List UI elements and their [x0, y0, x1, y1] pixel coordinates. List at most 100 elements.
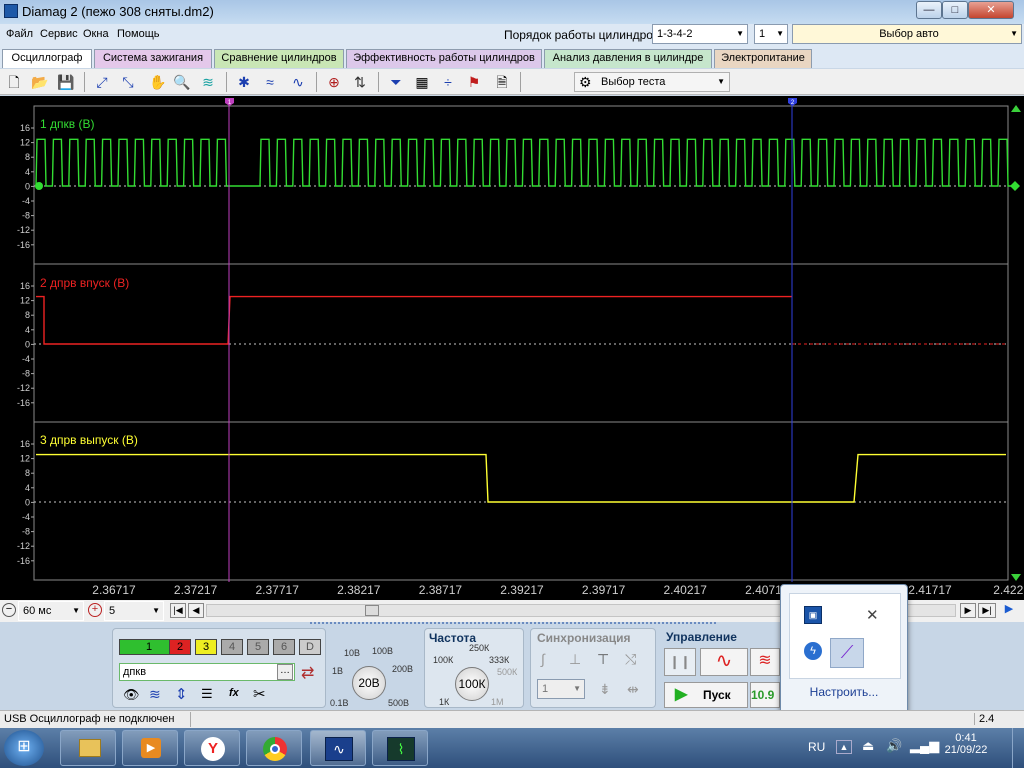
auto-sync-icon[interactable]: ⤭ [625, 651, 636, 668]
channel-button-6[interactable]: 6 [273, 639, 295, 655]
pause-button[interactable]: ❙❙ [664, 648, 696, 676]
edge-up-icon[interactable]: ⊥ [569, 651, 581, 668]
tools-icon[interactable]: ✂ [253, 685, 266, 703]
language-indicator[interactable]: RU [808, 740, 825, 754]
minimize-button[interactable]: — [916, 1, 942, 19]
function-icon[interactable]: fx [229, 687, 239, 699]
start-button[interactable]: ▶ Пуск [664, 682, 748, 708]
signal-icon[interactable]: ▂▄▆ [910, 738, 939, 754]
sync-channel-select[interactable]: 1 ▼ [537, 679, 585, 699]
menu-windows[interactable]: Окна [83, 28, 109, 40]
cylinder-count-select[interactable]: 1 ▼ [754, 24, 788, 44]
scroll-left-icon[interactable]: ◀ [188, 603, 204, 618]
filter-icon[interactable]: ≋ [198, 72, 218, 92]
rising-edge-icon[interactable]: ∫ [541, 651, 545, 667]
tab-oscilloscope[interactable]: Осциллограф [2, 49, 92, 68]
zoom-out-icon[interactable]: − [2, 603, 16, 617]
bluetooth-icon[interactable]: ϟ [804, 642, 822, 660]
auto-icon[interactable]: ⊕ [324, 72, 344, 92]
taskbar-explorer[interactable] [60, 730, 116, 766]
new-file-icon[interactable]: 🗋 [4, 72, 24, 92]
hand-icon[interactable]: ✋ [148, 72, 168, 92]
close-button[interactable]: ✕ [968, 1, 1014, 19]
channel-name-input[interactable]: дпкв [119, 663, 295, 681]
zoom-in-icon[interactable]: + [88, 603, 102, 617]
monitor-icon[interactable]: ▣ [804, 606, 822, 624]
document-icon[interactable]: 🗎 [492, 72, 512, 92]
volume-icon[interactable]: 🔊 [886, 738, 902, 754]
test-select[interactable]: ⚙ Выбор теста ▼ [574, 72, 730, 92]
tab-cylinder-compare[interactable]: Сравнение цилиндров [214, 49, 344, 68]
show-hidden-icons-icon[interactable]: ▲ [836, 740, 852, 754]
more-button[interactable]: … [277, 664, 293, 680]
oscilloscope-plot[interactable]: 16 12 8 4 0 -4 -8 -12 -16 16 12 8 4 0 -4 -8 -12 -16 16 12 8 4… [0, 96, 1024, 600]
swap-icon[interactable]: ⇄ [301, 663, 314, 683]
menu-service[interactable]: Сервис [40, 28, 78, 40]
flag-icon[interactable]: ⚑ [464, 72, 484, 92]
tab-cylinder-efficiency[interactable]: Эффективность работы цилиндров [346, 49, 542, 68]
channel-button-2[interactable]: 2 [169, 639, 191, 655]
frequency-knob[interactable]: 100К [455, 667, 489, 701]
channel-1-marker [35, 182, 43, 190]
loops-icon[interactable]: ∿ [288, 72, 308, 92]
menu-help[interactable]: Помощь [117, 28, 160, 40]
first-page-icon[interactable]: |◀ [170, 603, 186, 618]
usb-eject-icon[interactable]: ⏏ [862, 738, 874, 754]
maximize-button[interactable]: □ [942, 1, 968, 19]
channel-button-digital[interactable]: D [299, 639, 321, 655]
sine-mode-button[interactable]: ∿ [700, 648, 748, 676]
edge-down-icon[interactable]: ⊤ [597, 651, 609, 668]
sync-center-icon[interactable]: ⇹ [627, 681, 639, 698]
show-desktop-button[interactable] [1012, 728, 1024, 768]
taskbar-chrome[interactable] [246, 730, 302, 766]
tray-configure-link[interactable]: Настроить... [781, 685, 907, 699]
divider-icon[interactable]: ÷ [438, 72, 458, 92]
lines-icon[interactable]: ☰ [201, 686, 213, 702]
waveform-icon[interactable]: ≋ [149, 686, 161, 703]
car-select[interactable]: Выбор авто ▼ [792, 24, 1022, 44]
tray-overflow-popup: ▣ ✕ ϟ ⟋ Настроить... [780, 584, 908, 718]
clock[interactable]: 0:41 21/09/22 [940, 732, 992, 756]
cursor-icon[interactable]: ✱ [234, 72, 254, 92]
cylinder-order-select[interactable]: 1-3-4-2 ▼ [652, 24, 748, 44]
channel-button-3[interactable]: 3 [195, 639, 217, 655]
last-page-icon[interactable]: ▶| [978, 603, 996, 618]
panel-splitter[interactable] [310, 622, 716, 626]
network-disabled-icon[interactable]: ✕ [866, 606, 879, 624]
scrollbar-thumb[interactable] [365, 605, 379, 616]
table-icon[interactable]: ▦ [412, 72, 432, 92]
scale-vertical-icon[interactable]: ⤢ [92, 72, 112, 92]
menu-file[interactable]: Файл [6, 28, 33, 40]
waves-icon[interactable]: ≈ [260, 72, 280, 92]
zero-icon[interactable]: ⇅ [350, 72, 370, 92]
invert-icon[interactable]: ⇕ [175, 685, 188, 703]
scale-horizontal-icon[interactable]: ⤡ [118, 72, 138, 92]
channel-button-5[interactable]: 5 [247, 639, 269, 655]
tab-power[interactable]: Электропитание [714, 49, 812, 68]
clock-time: 0:41 [955, 732, 977, 744]
tab-cylinder-pressure[interactable]: Анализ давления в цилиндре [544, 49, 712, 68]
channel-button-4[interactable]: 4 [221, 639, 243, 655]
start-menu-button[interactable]: ⊞ [4, 730, 44, 766]
timebase-select[interactable]: 60 мс ▼ [18, 601, 84, 621]
amplitude-knob[interactable]: 20В [352, 666, 386, 700]
chevron-down-icon: ▼ [573, 684, 581, 693]
sync-level-icon[interactable]: ⇟ [599, 681, 611, 698]
eye-icon[interactable]: 👁 [123, 687, 140, 703]
scroll-right-icon[interactable]: ▶ [960, 603, 976, 618]
play-forward-icon[interactable]: ▶ [1000, 603, 1018, 618]
channel-filter-icon[interactable]: ⏷ [386, 72, 406, 92]
taskbar-oscillo[interactable]: ⌇ [372, 730, 428, 766]
open-folder-icon[interactable]: 📂 [30, 72, 50, 92]
pen-icon[interactable]: ⟋ [830, 638, 864, 668]
oscilloscope-area[interactable]: 16 12 8 4 0 -4 -8 -12 -16 16 12 8 4 0 -4 -8 -12 -16 16 12 8 4… [0, 96, 1024, 600]
tab-ignition[interactable]: Система зажигания [94, 49, 212, 68]
save-icon[interactable]: 💾 [56, 72, 76, 92]
zoom-select[interactable]: 5 ▼ [104, 601, 164, 621]
taskbar-diamag[interactable]: ∿ [310, 730, 366, 766]
multi-wave-button[interactable]: ≋ [750, 648, 780, 676]
taskbar-media[interactable]: ▶ [122, 730, 178, 766]
menu-bar: Файл Сервис Окна Помощь Порядок работы ц… [0, 24, 1024, 46]
taskbar-yandex[interactable]: Y [184, 730, 240, 766]
zoom-icon[interactable]: 🔍 [172, 72, 192, 92]
